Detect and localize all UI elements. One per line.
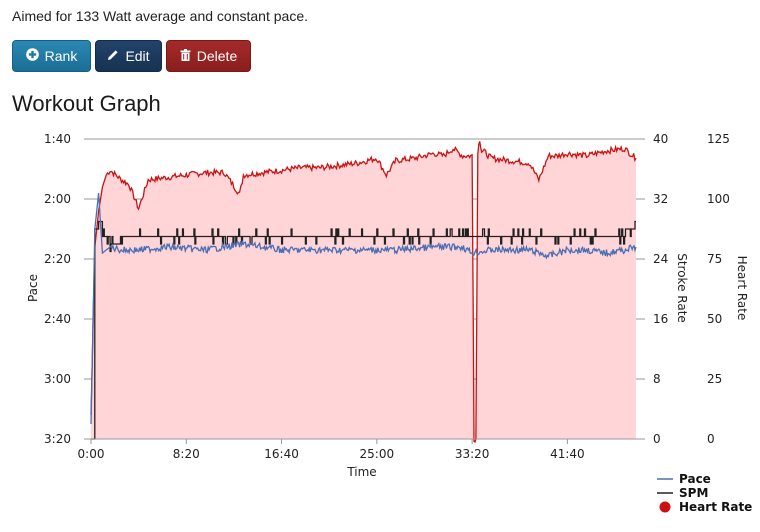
x-tick-label: 0:00	[78, 447, 105, 461]
heart-rate-tick-label: 0	[707, 432, 715, 446]
x-tick-label: 16:40	[264, 447, 299, 461]
legend-spm-label: SPM	[679, 486, 708, 500]
x-tick-label: 8:20	[173, 447, 200, 461]
legend-item-pace: Pace	[657, 472, 711, 486]
heart-rate-tick-label: 100	[707, 192, 730, 206]
legend-item-spm: SPM	[657, 486, 708, 500]
stroke-rate-tick-label: 32	[653, 192, 668, 206]
stroke-rate-ticks: 40 32 24 16 8 0	[653, 132, 668, 446]
heart-rate-tick-label: 25	[707, 372, 722, 386]
heart-rate-tick-label: 125	[707, 132, 730, 146]
stroke-rate-tick-label: 8	[653, 372, 661, 386]
workout-chart: 0:00 8:20 16:40 25:00 33:20 41:40 1:40 2:00 2:2…	[26, 132, 752, 514]
stroke-rate-tick-label: 0	[653, 432, 661, 446]
x-tick-label: 33:20	[455, 447, 490, 461]
pace-axis-label: Pace	[26, 274, 40, 302]
pace-tick-label: 2:20	[44, 252, 71, 266]
heart-rate-tick-label: 50	[707, 312, 722, 326]
stroke-rate-tick-label: 40	[653, 132, 668, 146]
pace-tick-label: 1:40	[44, 132, 71, 146]
pace-tick-label: 3:00	[44, 372, 71, 386]
x-ticks: 0:00 8:20 16:40 25:00 33:20 41:40	[78, 439, 585, 461]
stroke-rate-axis-label: Stroke Rate	[675, 253, 689, 323]
pace-ticks: 1:40 2:00 2:20 2:40 3:00 3:20	[44, 132, 71, 446]
x-tick-label: 25:00	[360, 447, 395, 461]
legend-heart-rate-swatch	[659, 501, 671, 513]
legend: Pace SPM Heart Rate	[657, 472, 752, 514]
legend-pace-label: Pace	[679, 472, 711, 486]
pace-tick-label: 3:20	[44, 432, 71, 446]
heart-rate-axis-label: Heart Rate	[735, 256, 749, 321]
legend-heart-rate-label: Heart Rate	[679, 500, 752, 514]
heart-rate-ticks: 125 100 75 50 25 0	[707, 132, 730, 446]
legend-item-heart-rate: Heart Rate	[659, 500, 752, 514]
x-tick-label: 41:40	[550, 447, 585, 461]
x-axis-label: Time	[346, 465, 376, 479]
heart-rate-tick-label: 75	[707, 252, 722, 266]
stroke-rate-tick-label: 16	[653, 312, 668, 326]
heart-rate-area	[91, 141, 636, 442]
stroke-rate-tick-label: 24	[653, 252, 668, 266]
pace-tick-label: 2:00	[44, 192, 71, 206]
pace-tick-label: 2:40	[44, 312, 71, 326]
